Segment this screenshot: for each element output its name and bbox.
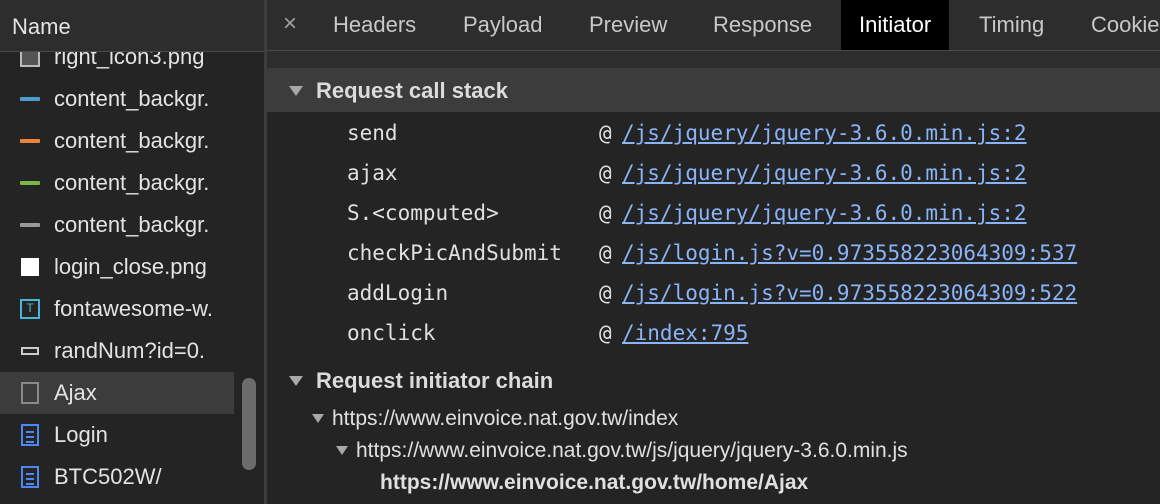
frame-source-link[interactable]: /js/jquery/jquery-3.6.0.min.js:2: [622, 121, 1027, 145]
collapse-triangle-icon: [289, 86, 303, 96]
request-name-panel: right_icon3.png content_backgr. content_…: [0, 0, 264, 504]
request-row-ajax[interactable]: Ajax: [0, 372, 234, 414]
tab-content-top-strip: [267, 51, 1160, 68]
expand-triangle-icon[interactable]: [312, 414, 324, 423]
call-stack-section-header[interactable]: Request call stack: [267, 68, 1160, 112]
expand-triangle-icon[interactable]: [336, 446, 348, 455]
tab-headers[interactable]: Headers: [333, 0, 416, 50]
blue-bar-image-icon: [20, 97, 40, 101]
at-symbol: @: [599, 241, 612, 265]
html-document-icon: [21, 466, 39, 488]
at-symbol: @: [599, 201, 612, 225]
frame-source-link[interactable]: /js/login.js?v=0.973558223064309:537: [622, 241, 1077, 265]
green-bar-image-icon: [20, 181, 40, 185]
initiator-chain-item[interactable]: https://www.einvoice.nat.gov.tw/js/jquer…: [356, 439, 908, 463]
request-name: content_backgr.: [54, 86, 210, 111]
request-name: content_backgr.: [54, 128, 210, 153]
orange-bar-image-icon: [20, 139, 40, 143]
frame-source-link[interactable]: /js/jquery/jquery-3.6.0.min.js:2: [622, 161, 1027, 185]
request-row-content-bg-gray[interactable]: content_backgr.: [0, 204, 234, 246]
frame-function-name: onclick: [347, 321, 436, 345]
frame-function-name: addLogin: [347, 281, 449, 305]
html-document-icon: [21, 424, 39, 446]
white-image-icon: [21, 258, 39, 276]
initiator-chain-section-header[interactable]: Request initiator chain: [267, 358, 1160, 400]
request-row-randnum[interactable]: randNum?id=0.: [0, 330, 234, 372]
request-row-btc502w[interactable]: BTC502W/: [0, 456, 234, 498]
initiator-panel: Request call stack send @ /js/jquery/jqu…: [267, 68, 1160, 504]
at-symbol: @: [599, 121, 612, 145]
request-name: content_backgr.: [54, 212, 210, 237]
frame-function-name: send: [347, 121, 398, 145]
request-name: Ajax: [54, 380, 97, 405]
frame-source-link[interactable]: /js/login.js?v=0.973558223064309:522: [622, 281, 1077, 305]
frame-function-name: checkPicAndSubmit: [347, 241, 562, 265]
call-stack-title: Request call stack: [316, 78, 508, 103]
initiator-chain-item[interactable]: https://www.einvoice.nat.gov.tw/index: [332, 407, 678, 431]
tab-payload[interactable]: Payload: [463, 0, 543, 50]
gray-bar-image-icon: [20, 223, 40, 227]
close-icon[interactable]: ×: [283, 10, 297, 38]
xhr-document-icon: [21, 382, 39, 404]
name-column-label: Name: [12, 14, 71, 39]
request-row-login-close[interactable]: login_close.png: [0, 246, 234, 288]
request-row-content-bg-orange[interactable]: content_backgr.: [0, 120, 234, 162]
request-list-scrollbar-thumb[interactable]: [242, 378, 256, 470]
request-name: fontawesome-w.: [54, 296, 213, 321]
tab-timing[interactable]: Timing: [979, 0, 1044, 50]
request-row-login[interactable]: Login: [0, 414, 234, 456]
request-row-fontawesome[interactable]: T fontawesome-w.: [0, 288, 234, 330]
request-list: right_icon3.png content_backgr. content_…: [0, 36, 234, 498]
small-image-icon: [21, 347, 39, 355]
request-name: randNum?id=0.: [54, 338, 206, 363]
frame-source-link[interactable]: /index:795: [622, 321, 748, 345]
name-column-header[interactable]: Name: [0, 0, 264, 52]
collapse-triangle-icon: [289, 376, 303, 386]
tab-response[interactable]: Response: [713, 0, 812, 50]
font-file-icon: T: [20, 299, 40, 319]
tab-preview[interactable]: Preview: [589, 0, 667, 50]
initiator-chain-current-request[interactable]: https://www.einvoice.nat.gov.tw/home/Aja…: [380, 471, 808, 495]
request-name: Login: [54, 422, 108, 447]
tab-cookies[interactable]: Cookie: [1091, 0, 1159, 50]
initiator-chain-title: Request initiator chain: [316, 368, 554, 393]
request-row-content-bg-blue[interactable]: content_backgr.: [0, 78, 234, 120]
at-symbol: @: [599, 321, 612, 345]
tab-initiator[interactable]: Initiator: [841, 0, 950, 50]
request-name: content_backgr.: [54, 170, 210, 195]
frame-source-link[interactable]: /js/jquery/jquery-3.6.0.min.js:2: [622, 201, 1027, 225]
request-name: login_close.png: [54, 254, 207, 279]
request-row-content-bg-green[interactable]: content_backgr.: [0, 162, 234, 204]
detail-tab-bar: × Headers Payload Preview Response Initi…: [267, 0, 1160, 51]
frame-function-name: ajax: [347, 161, 398, 185]
request-name: BTC502W/: [54, 464, 162, 489]
frame-function-name: S.<computed>: [347, 201, 499, 225]
at-symbol: @: [599, 161, 612, 185]
at-symbol: @: [599, 281, 612, 305]
